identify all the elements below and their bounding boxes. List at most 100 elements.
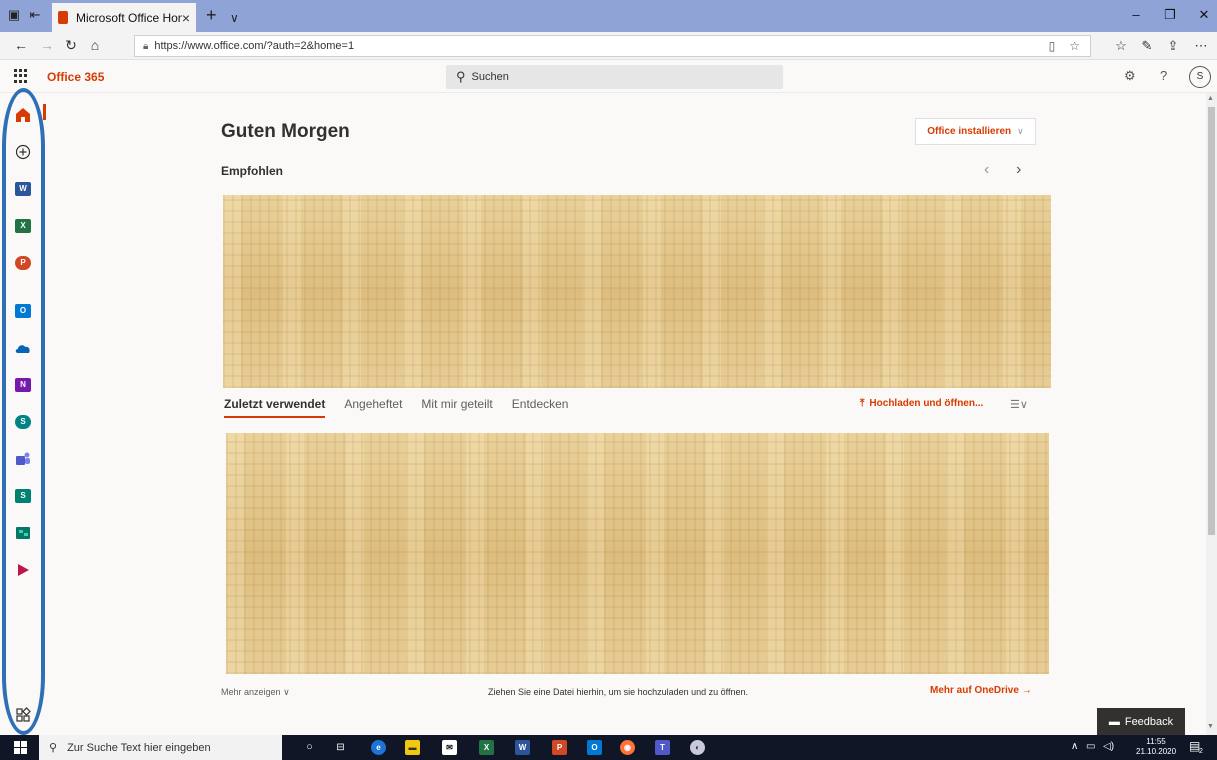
file-explorer-icon[interactable]: ▬ xyxy=(405,740,420,755)
office-header: Office 365 ⚲ Suchen ⚙ ? S xyxy=(0,61,1217,93)
new-tab-button[interactable]: + xyxy=(206,5,217,25)
share-icon[interactable]: ⇪ xyxy=(1164,38,1182,54)
home-browser-icon[interactable]: ⌂ xyxy=(86,37,104,53)
restore-button[interactable]: ❐ xyxy=(1160,7,1180,23)
rail-home[interactable] xyxy=(13,105,33,125)
tab-actions-icon[interactable]: ▣ xyxy=(6,7,22,23)
tab-list-button[interactable]: ∨ xyxy=(230,8,239,28)
tab-pinned[interactable]: Angeheftet xyxy=(344,397,402,418)
upload-button[interactable]: ⤒ Hochladen und öffnen... xyxy=(860,398,983,409)
gear-icon[interactable]: ⚙ xyxy=(1124,68,1136,84)
reading-view-icon[interactable]: ▯ xyxy=(1049,39,1056,53)
tab-shared[interactable]: Mit mir geteilt xyxy=(421,397,492,418)
search-input[interactable]: ⚲ Suchen xyxy=(446,65,783,89)
pen-icon[interactable]: ✎ xyxy=(1138,38,1156,54)
minimize-button[interactable]: – xyxy=(1126,7,1146,22)
favorites-icon[interactable]: ☆ xyxy=(1112,38,1130,54)
rail-stream[interactable] xyxy=(13,560,33,580)
word-icon: W xyxy=(15,182,31,196)
file-tabs: Zuletzt verwendet Angeheftet Mit mir get… xyxy=(224,397,568,418)
task-view-icon[interactable]: ⊟ xyxy=(333,740,348,755)
plus-circle-icon xyxy=(15,144,31,160)
chat-icon: ▬ xyxy=(1108,715,1120,728)
all-apps-icon xyxy=(16,707,31,722)
rail-sway[interactable]: S xyxy=(13,486,33,506)
more-show-link[interactable]: Mehr anzeigen ∨ xyxy=(221,687,290,698)
tab-discover[interactable]: Entdecken xyxy=(512,397,569,418)
rail-excel[interactable]: X xyxy=(13,216,33,236)
url-field[interactable]: 🔒︎ https://www.office.com/?auth=2&home=1… xyxy=(134,35,1091,57)
help-icon[interactable]: ? xyxy=(1160,68,1167,83)
avatar[interactable]: S xyxy=(1189,66,1211,88)
arrow-right-icon: → xyxy=(1021,685,1032,696)
forward-icon[interactable]: → xyxy=(38,37,56,53)
date: 21.10.2020 xyxy=(1136,747,1177,756)
app-taskbar-icon[interactable]: ◐ xyxy=(690,740,705,755)
network-icon[interactable]: ▭ xyxy=(1086,741,1095,752)
home-icon xyxy=(16,108,30,122)
rail-teams[interactable] xyxy=(13,449,33,469)
taskbar-search-placeholder: Zur Suche Text hier eingeben xyxy=(67,741,211,754)
brand-title[interactable]: Office 365 xyxy=(47,70,104,84)
excel-icon: X xyxy=(15,219,31,233)
excel-taskbar-icon[interactable]: X xyxy=(479,740,494,755)
onenote-icon: N xyxy=(15,378,31,392)
tab-close-button[interactable]: × xyxy=(182,10,190,26)
rail-create[interactable] xyxy=(13,142,33,162)
volume-icon[interactable]: ◁) xyxy=(1103,741,1114,752)
word-taskbar-icon[interactable]: W xyxy=(515,740,530,755)
tray-chevron-icon[interactable]: ∧ xyxy=(1071,741,1078,752)
scroll-thumb[interactable] xyxy=(1208,107,1215,535)
outlook-taskbar-icon[interactable]: O xyxy=(587,740,602,755)
tab-title: Microsoft Office Home xyxy=(76,10,182,25)
rail-onenote[interactable]: N xyxy=(13,375,33,395)
back-icon[interactable]: ← xyxy=(12,37,30,53)
refresh-icon[interactable]: ↻ xyxy=(62,37,80,54)
search-icon: ⚲ xyxy=(456,69,466,84)
teams-taskbar-icon[interactable]: T xyxy=(655,740,670,755)
teams-icon xyxy=(16,452,30,465)
favorite-star-icon[interactable]: ☆ xyxy=(1069,39,1080,53)
rail-onedrive[interactable] xyxy=(13,338,33,358)
more-icon[interactable]: ⋯ xyxy=(1192,38,1210,54)
scroll-up-icon[interactable]: ▲ xyxy=(1207,95,1214,102)
set-aside-tabs-icon[interactable]: ⇤ xyxy=(27,7,43,23)
firefox-icon[interactable]: ◉ xyxy=(620,740,635,755)
upload-label: Hochladen und öffnen... xyxy=(869,398,984,409)
list-view-icon[interactable]: ☰∨ xyxy=(1010,398,1028,411)
taskbar-search-input[interactable]: ⚲ Zur Suche Text hier eingeben xyxy=(39,735,282,760)
clock[interactable]: 11:55 21.10.2020 xyxy=(1136,737,1176,757)
mail-icon[interactable]: ✉ xyxy=(442,740,457,755)
edge-icon[interactable]: e xyxy=(371,740,386,755)
more-onedrive-link[interactable]: Mehr auf OneDrive → xyxy=(930,685,1032,696)
install-office-button[interactable]: Office installieren ∨ xyxy=(915,118,1036,145)
rail-all-apps[interactable] xyxy=(13,705,33,725)
search-icon: ⚲ xyxy=(49,742,58,754)
rail-powerpoint[interactable]: P xyxy=(13,253,33,273)
next-icon[interactable]: › xyxy=(1016,161,1021,179)
previous-icon[interactable]: ‹ xyxy=(984,161,989,179)
powerpoint-taskbar-icon[interactable]: P xyxy=(552,740,567,755)
rail-sharepoint[interactable]: S xyxy=(13,412,33,432)
rail-planner[interactable] xyxy=(13,523,33,543)
tab-recent[interactable]: Zuletzt verwendet xyxy=(224,397,326,418)
time: 11:55 xyxy=(1146,737,1166,746)
browser-tab[interactable]: Microsoft Office Home × xyxy=(52,3,196,32)
sway-icon: S xyxy=(15,489,31,503)
search-placeholder: Suchen xyxy=(471,71,509,83)
feedback-label: Feedback xyxy=(1124,715,1174,728)
rail-word[interactable]: W xyxy=(13,179,33,199)
app-launcher-icon[interactable] xyxy=(14,69,28,83)
chevron-down-icon: ∨ xyxy=(1017,126,1024,136)
rail-outlook[interactable]: O xyxy=(13,301,33,321)
windows-start-icon[interactable] xyxy=(14,741,27,754)
close-window-button[interactable]: ✕ xyxy=(1194,7,1214,23)
feedback-button[interactable]: ▬ Feedback xyxy=(1097,708,1185,735)
scrollbar[interactable]: ▲ ▼ xyxy=(1206,93,1217,735)
outlook-icon: O xyxy=(15,304,31,318)
scroll-down-icon[interactable]: ▼ xyxy=(1207,723,1214,730)
cortana-icon[interactable]: ○ xyxy=(302,740,317,755)
page-title: Guten Morgen xyxy=(221,121,350,142)
url-text: https://www.office.com/?auth=2&home=1 xyxy=(154,40,355,52)
app-rail: W X P O N S S xyxy=(0,93,46,735)
